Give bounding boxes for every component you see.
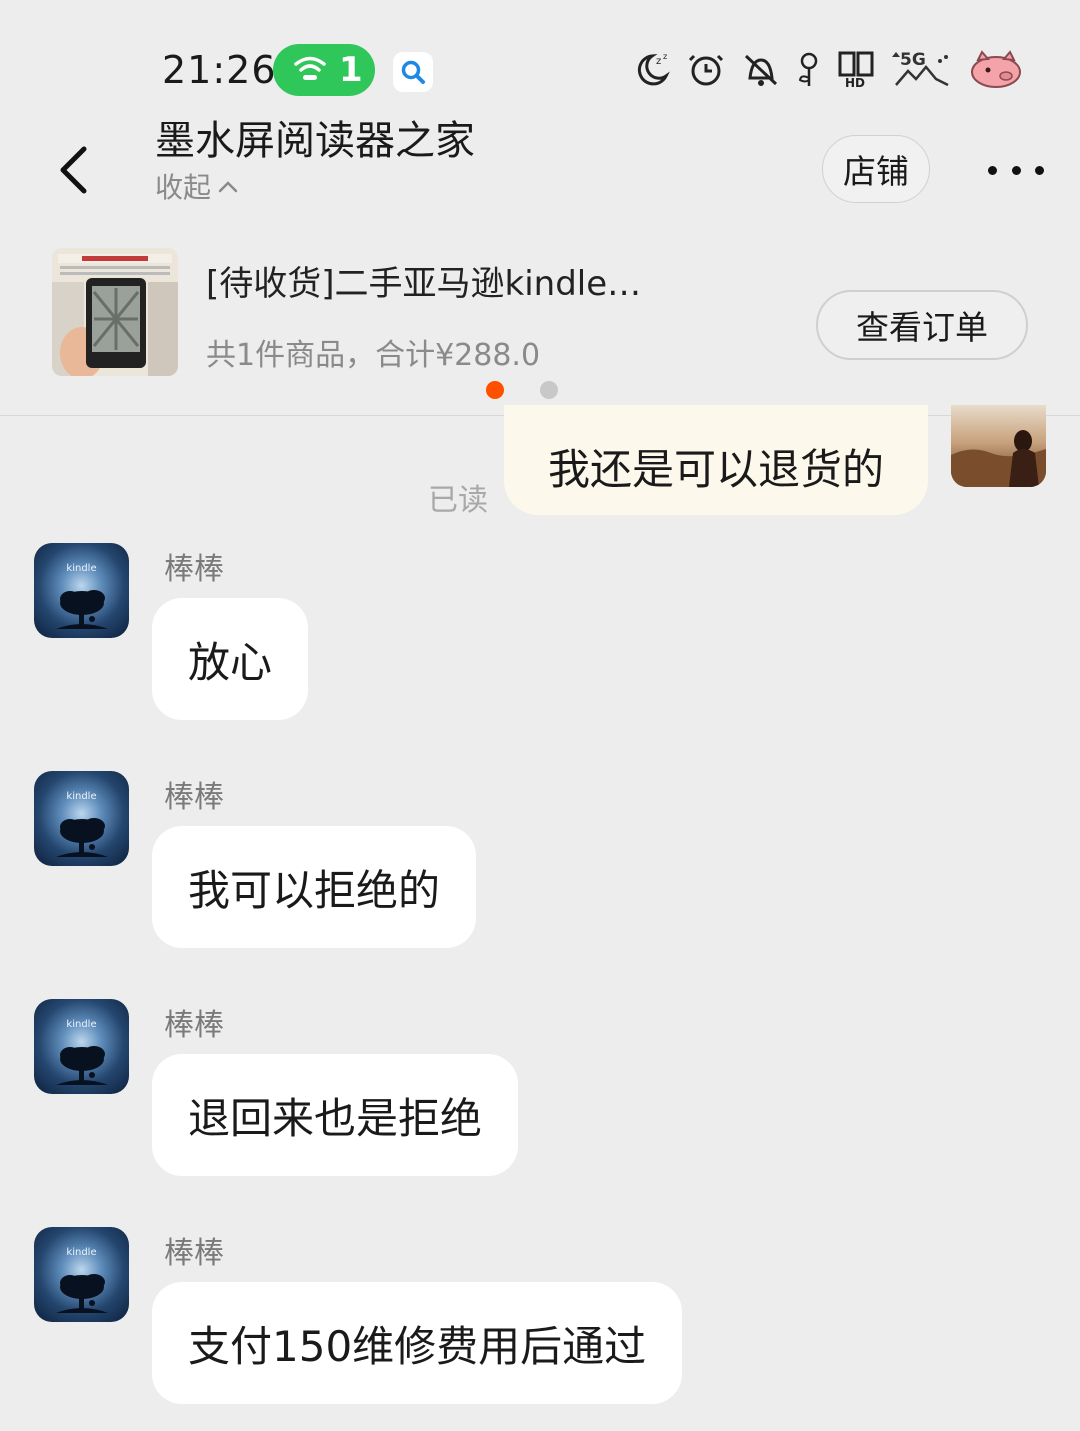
collapse-toggle[interactable]: 收起 (155, 166, 239, 206)
order-product-thumbnail[interactable] (52, 248, 178, 376)
moon-sleep-icon: zz (630, 50, 672, 88)
wifi-icon (293, 53, 327, 87)
svg-text:z: z (663, 52, 667, 61)
view-order-button[interactable]: 查看订单 (816, 290, 1028, 360)
hd-signal-icon: HD (836, 49, 876, 89)
sender-name: 棒棒 (164, 1236, 224, 1271)
incoming-message-bubble[interactable]: 放心 (152, 598, 309, 720)
carousel-indicator (486, 381, 558, 399)
chevron-left-icon (60, 146, 87, 194)
carousel-dot[interactable] (540, 381, 558, 399)
order-summary: 共1件商品，合计¥288.0 (206, 338, 541, 373)
back-button[interactable] (58, 140, 106, 200)
read-status: 已读 (428, 483, 488, 518)
shop-title: 墨水屏阅读器之家 (155, 118, 475, 164)
chat-screen: 21:26 1 zz HD 5G 墨水屏阅读器之家 收起 店铺 [待收货]二手亚… (0, 0, 1080, 1431)
sender-avatar[interactable]: kindle (34, 771, 129, 866)
search-icon (393, 52, 433, 92)
collapse-label: 收起 (155, 171, 212, 204)
sender-avatar[interactable]: kindle (34, 543, 129, 638)
carousel-dot-active[interactable] (486, 381, 504, 399)
alarm-icon (686, 50, 726, 88)
more-icon[interactable] (988, 160, 1044, 180)
svg-text:5G: 5G (900, 50, 926, 70)
svg-text:HD: HD (845, 76, 865, 89)
order-title[interactable]: [待收货]二手亚马逊kindle… (206, 256, 686, 305)
sender-name: 棒棒 (164, 780, 224, 815)
my-avatar[interactable] (951, 405, 1046, 487)
incoming-message-bubble[interactable]: 我可以拒绝的 (152, 826, 477, 948)
chevron-up-icon (218, 181, 238, 193)
flower-icon (796, 50, 822, 88)
wifi-count: 1 (339, 50, 363, 90)
status-icons: zz HD 5G (630, 48, 1024, 90)
outgoing-message-bubble[interactable]: 我还是可以退货的 (504, 405, 928, 515)
sender-avatar[interactable]: kindle (34, 1227, 129, 1322)
incoming-message-bubble[interactable]: 退回来也是拒绝 (152, 1054, 519, 1176)
sender-avatar[interactable]: kindle (34, 999, 129, 1094)
sender-name: 棒棒 (164, 552, 224, 587)
svg-text:z: z (656, 56, 661, 67)
status-time: 21:26 (162, 48, 277, 92)
5g-signal-icon: 5G (890, 49, 954, 89)
store-button[interactable]: 店铺 (822, 135, 930, 203)
battery-pig-icon (968, 48, 1024, 90)
incoming-message-bubble[interactable]: 支付150维修费用后通过 (152, 1282, 683, 1404)
wifi-hotspot-badge: 1 (273, 44, 375, 96)
sender-name: 棒棒 (164, 1008, 224, 1043)
mute-icon (740, 50, 782, 88)
